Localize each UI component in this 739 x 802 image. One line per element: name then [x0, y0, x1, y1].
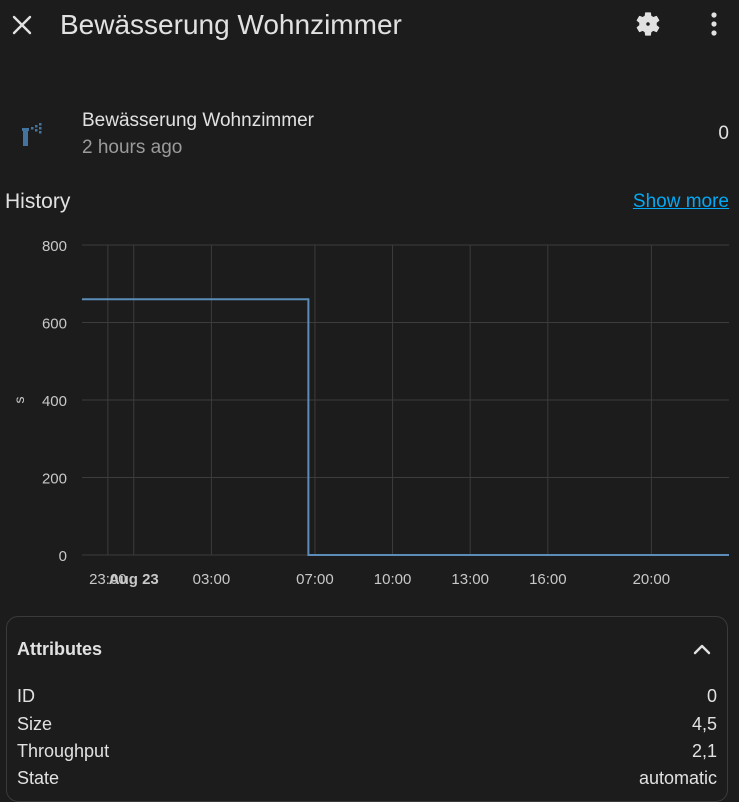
y-tick-label: 0	[59, 548, 67, 565]
attribute-value: 2,1	[691, 741, 717, 761]
x-tick-label: 20:00	[633, 571, 671, 588]
x-tick-label: 10:00	[374, 571, 412, 588]
x-tick-label: 16:00	[529, 571, 567, 588]
attribute-key: Throughput	[17, 741, 110, 761]
attribute-key: Size	[17, 714, 53, 734]
x-tick-label: Aug 23	[109, 571, 159, 588]
x-tick-label: 03:00	[193, 571, 231, 588]
entity-name: Bewässerung Wohnzimmer	[82, 110, 314, 131]
attribute-value: 4,5	[691, 714, 717, 734]
y-tick-label: 400	[42, 393, 67, 410]
attribute-row-id: ID 0	[17, 685, 717, 707]
entity-state: 0	[718, 123, 729, 144]
attributes-title: Attributes	[17, 639, 102, 659]
x-tick-label: 07:00	[296, 571, 334, 588]
attribute-row-throughput: Throughput 2,1	[17, 740, 717, 762]
more-options-button[interactable]	[699, 9, 729, 39]
history-chart: 800600400200023:00Aug 23 03:00 07:00 10:00 1…	[11, 238, 729, 588]
attribute-value: automatic	[638, 768, 717, 788]
series-line	[82, 298, 729, 556]
sprinkler-icon	[22, 123, 42, 146]
close-icon	[12, 15, 32, 35]
y-axis-label: s	[11, 397, 27, 404]
attribute-key: State	[17, 768, 60, 788]
entity-last-changed: 2 hours ago	[82, 137, 183, 158]
attribute-row-state: State automatic	[17, 767, 717, 789]
attribute-row-size: Size 4,5	[17, 713, 717, 735]
attribute-key: ID	[17, 686, 35, 706]
close-button[interactable]	[7, 10, 37, 40]
attributes-card: Attributes ID 0 Size 4,5 Throughput 2,1 …	[6, 616, 728, 802]
y-tick-label: 200	[42, 471, 67, 488]
entity-row: Bewässerung Wohnzimmer 2 hours ago 0	[0, 104, 739, 166]
chevron-up-icon[interactable]	[691, 639, 713, 661]
y-tick-label: 600	[42, 316, 67, 333]
history-title: History	[5, 190, 71, 213]
dots-vertical-icon	[711, 12, 717, 36]
dialog-header: Bewässerung Wohnzimmer	[0, 0, 739, 50]
x-tick-label: 13:00	[451, 571, 489, 588]
y-tick-label: 800	[42, 238, 67, 255]
dialog-title: Bewässerung Wohnzimmer	[60, 9, 402, 40]
settings-button[interactable]	[633, 9, 663, 39]
attribute-value: 0	[706, 686, 717, 706]
gear-icon	[636, 12, 660, 36]
show-more-link[interactable]: Show more	[633, 191, 729, 213]
